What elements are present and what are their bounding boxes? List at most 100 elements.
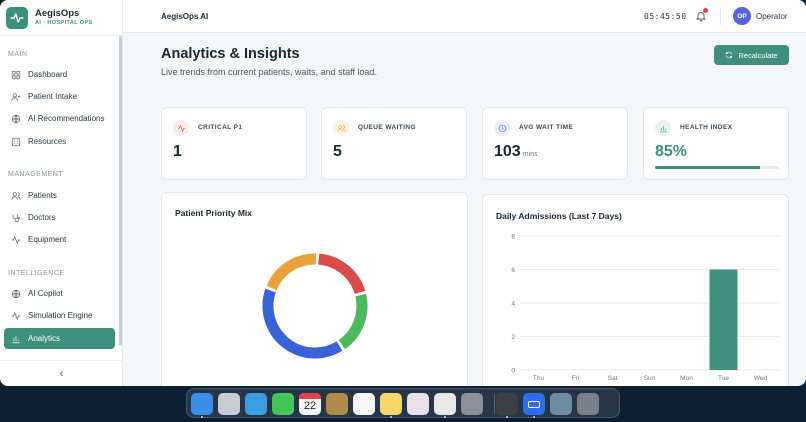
priority-mix-card: Patient Priority Mix <box>161 192 468 386</box>
sidebar-item-label: Simulation Engine <box>28 311 93 320</box>
running-indicator <box>390 416 392 418</box>
donut-slice[interactable] <box>318 253 366 295</box>
divider <box>720 8 721 25</box>
sidebar-item-label: Doctors <box>28 213 56 222</box>
pulse-icon <box>173 120 189 136</box>
users-icon <box>333 120 349 136</box>
avatar[interactable]: OP <box>733 7 751 25</box>
kpi-value: 5 <box>333 143 342 160</box>
collapse-sidebar-button[interactable]: ‹ <box>0 360 123 386</box>
x-tick-label: Wed <box>754 375 768 382</box>
sidebar-item-label: Resources <box>28 137 67 146</box>
trash-icon[interactable] <box>577 393 599 415</box>
x-tick-label: Mon <box>680 375 693 382</box>
sidebar-scrollbar[interactable] <box>119 36 122 346</box>
brand[interactable]: AegisOps AI · HOSPITAL OPS <box>0 0 122 36</box>
running-indicator <box>533 416 535 418</box>
pulse-logo-icon <box>6 6 28 29</box>
kpi-value: 85% <box>655 143 688 160</box>
messages-icon[interactable] <box>272 393 294 415</box>
health-progress-fill <box>655 166 761 169</box>
running-indicator <box>444 416 446 418</box>
dock-separator <box>494 394 495 414</box>
section-label-main: MAIN <box>8 51 28 58</box>
activity-icon <box>11 311 21 320</box>
donut-slice[interactable] <box>266 253 317 291</box>
launchpad-icon[interactable] <box>218 393 240 415</box>
calendar-day: 22 <box>303 400 317 412</box>
user-plus-icon <box>11 92 21 101</box>
chrome-icon[interactable] <box>434 393 456 415</box>
y-tick-label: 0 <box>511 368 515 375</box>
package-icon[interactable] <box>496 393 518 415</box>
app-window: AegisOps AI · HOSPITAL OPS MAIN MANAGEME… <box>0 0 806 386</box>
chevron-left-icon: ‹ <box>59 367 64 380</box>
bar[interactable] <box>709 269 738 371</box>
donut-slice[interactable] <box>338 293 368 350</box>
sidebar-item-ai-recommendations[interactable]: AI Recommendations <box>4 108 115 129</box>
clock-icon <box>494 120 510 136</box>
y-tick-label: 8 <box>511 234 515 241</box>
topbar: AegisOps AI 05:45:50 OP Operator <box>123 0 806 33</box>
user-name[interactable]: Operator <box>756 12 788 21</box>
priority-donut-chart <box>262 253 368 359</box>
sidebar-item-label: Analytics <box>28 334 61 343</box>
zoom-icon[interactable] <box>523 393 545 415</box>
sidebar-item-label: Dashboard <box>28 70 68 79</box>
section-label-intelligence: INTELLIGENCE <box>8 270 65 277</box>
sidebar-item-simulation-engine[interactable]: Simulation Engine <box>4 305 115 326</box>
notification-dot <box>703 8 708 13</box>
brand-name: AegisOps <box>35 8 80 19</box>
kpi-label: CRITICAL P1 <box>198 124 243 131</box>
safari-icon[interactable] <box>245 393 267 415</box>
bar-chart-icon <box>12 335 20 343</box>
brand-subtitle: AI · HOSPITAL OPS <box>35 19 93 26</box>
x-tick-label: Sat <box>608 375 618 382</box>
x-tick-label: Tue <box>718 375 729 382</box>
stethoscope-icon <box>12 213 20 222</box>
globe-icon <box>11 114 21 123</box>
sidebar-item-ai-copilot[interactable]: AI Copilot <box>4 283 115 304</box>
y-tick-label: 2 <box>511 334 515 341</box>
recalculate-button[interactable]: Recalculate <box>714 45 789 65</box>
donut-slice[interactable] <box>262 288 343 359</box>
calendar-icon[interactable]: 22 <box>299 393 321 415</box>
dock: 22 <box>186 388 620 418</box>
running-indicator <box>201 416 203 418</box>
sidebar-item-dashboard[interactable]: Dashboard <box>4 64 115 85</box>
kpi-label: QUEUE WAITING <box>358 124 416 131</box>
reminders-icon[interactable] <box>353 393 375 415</box>
daily-admissions-card: Daily Admissions (Last 7 Days) 8 6 4 2 0 Thu F… <box>482 194 789 386</box>
running-indicator <box>506 416 508 418</box>
finder-icon[interactable] <box>191 393 213 415</box>
sidebar-item-resources[interactable]: Resources <box>4 131 115 152</box>
sidebar-item-doctors[interactable]: Doctors <box>4 207 115 228</box>
sidebar-item-label: AI Copilot <box>28 289 63 298</box>
sidebar-item-label: Equipment <box>28 235 67 244</box>
quicktime-icon[interactable] <box>550 393 572 415</box>
camera-glyph <box>528 400 540 408</box>
photos-icon[interactable] <box>407 393 429 415</box>
recalculate-label: Recalculate <box>738 50 778 60</box>
notes-icon[interactable] <box>380 393 402 415</box>
refresh-icon <box>726 51 733 59</box>
clock: 05:45:50 <box>644 11 687 21</box>
settings-icon[interactable] <box>461 393 483 415</box>
users-icon <box>11 191 21 200</box>
activity-icon <box>11 235 21 244</box>
y-tick-label: 4 <box>511 301 515 308</box>
sidebar-item-label: Patients <box>28 191 57 200</box>
kpi-unit: mins <box>522 151 538 158</box>
kpi-value: 1 <box>173 143 182 160</box>
bar-chart-icon <box>655 120 671 136</box>
globe-icon <box>11 289 21 298</box>
sidebar-item-patients[interactable]: Patients <box>4 185 115 206</box>
sidebar-item-patient-intake[interactable]: Patient Intake <box>4 86 115 107</box>
x-tick-label: Fri <box>572 375 580 382</box>
kpi-card-health: HEALTH INDEX 85% <box>643 107 789 180</box>
sidebar-item-label: Patient Intake <box>28 92 77 101</box>
keynote-icon[interactable] <box>326 393 348 415</box>
health-progress-bar <box>655 166 779 169</box>
sidebar-item-equipment[interactable]: Equipment <box>4 229 115 250</box>
sidebar-item-analytics[interactable]: Analytics <box>4 328 115 349</box>
